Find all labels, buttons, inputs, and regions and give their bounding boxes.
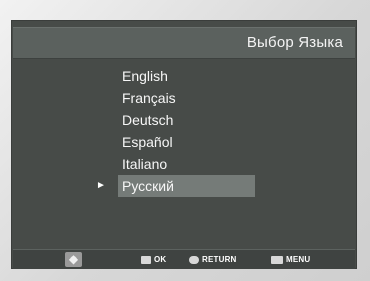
language-option-francais[interactable]: Français bbox=[118, 87, 255, 109]
language-label: Русский bbox=[122, 178, 174, 194]
return-hint[interactable]: RETURN bbox=[189, 250, 237, 269]
return-label: RETURN bbox=[202, 255, 237, 264]
directional-pad-icon bbox=[65, 251, 82, 267]
language-list: ► English Français Deutsch Español Itali… bbox=[12, 65, 356, 215]
selection-arrow-icon: ► bbox=[96, 180, 106, 191]
language-label: Italiano bbox=[122, 156, 168, 172]
ok-icon bbox=[141, 255, 151, 264]
menu-hint[interactable]: MENU bbox=[271, 250, 310, 269]
language-option-espanol[interactable]: Español bbox=[118, 131, 255, 153]
language-label: Deutsch bbox=[122, 112, 174, 128]
ok-label: OK bbox=[154, 255, 167, 264]
footer-bar: OK RETURN MENU bbox=[13, 249, 355, 269]
language-option-english[interactable]: English bbox=[118, 65, 255, 87]
language-label: Français bbox=[122, 90, 176, 106]
language-label: Español bbox=[122, 134, 173, 150]
ok-hint[interactable]: OK bbox=[141, 250, 166, 269]
page-title: Выбор Языка bbox=[246, 34, 343, 51]
language-option-italiano[interactable]: Italiano bbox=[118, 153, 255, 175]
language-option-deutsch[interactable]: Deutsch bbox=[118, 109, 255, 131]
menu-label: MENU bbox=[286, 255, 311, 264]
language-label: English bbox=[122, 68, 168, 84]
language-option-russian[interactable]: Русский bbox=[118, 175, 255, 197]
title-bar: Выбор Языка bbox=[13, 27, 355, 59]
menu-icon bbox=[271, 255, 283, 264]
osd-screen: Выбор Языка ► English Français Deutsch E… bbox=[12, 21, 356, 269]
return-icon bbox=[189, 255, 199, 264]
